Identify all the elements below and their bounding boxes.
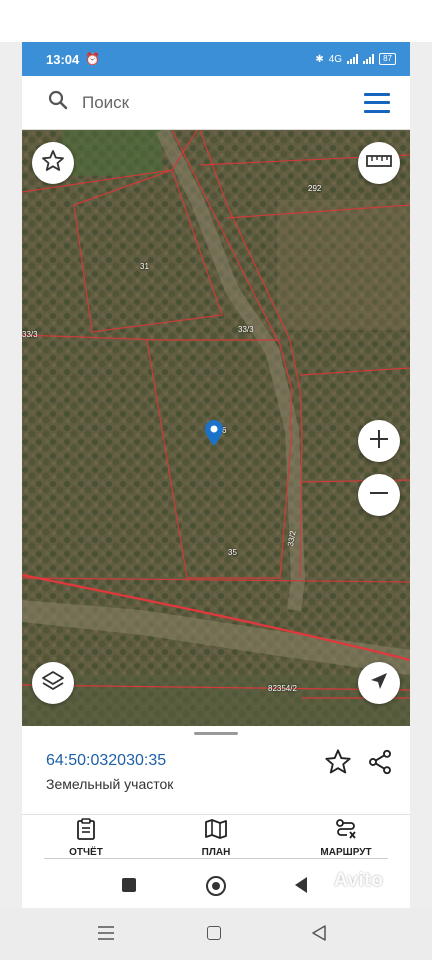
parcel-label: 33/3	[238, 325, 254, 334]
back-button[interactable]	[294, 876, 308, 899]
parcel-label: 31	[140, 262, 149, 271]
star-icon	[324, 749, 352, 780]
outer-nav-bar	[0, 908, 432, 960]
ruler-icon	[366, 154, 392, 173]
share-icon	[366, 749, 394, 780]
tab-route[interactable]: МАРШРУТ	[296, 818, 396, 861]
tab-plan-label: ПЛАН	[201, 847, 231, 858]
tab-divider	[44, 858, 388, 859]
parcel-label: 33/3	[22, 330, 38, 339]
menu-icon[interactable]	[98, 926, 114, 940]
sheet-drag-handle[interactable]	[194, 732, 238, 735]
menu-icon[interactable]	[364, 92, 390, 113]
bluetooth-icon: ✱	[315, 53, 324, 65]
minus-icon	[368, 482, 390, 509]
ruler-button[interactable]	[358, 142, 400, 184]
signal-icon	[347, 54, 359, 64]
status-bar: 13:04 ⏰ ✱ 4G 87	[22, 42, 410, 76]
my-location-button[interactable]	[358, 662, 400, 704]
tab-plan[interactable]: ПЛАН	[166, 818, 266, 861]
back-triangle-icon[interactable]	[312, 925, 326, 946]
search-bar[interactable]: Поиск	[22, 76, 410, 130]
phone-screen: 13:04 ⏰ ✱ 4G 87 Поиск 292 31 33/3 33/3 6…	[22, 42, 410, 908]
tab-report[interactable]: ОТЧЁТ	[36, 817, 136, 861]
home-dot-icon	[211, 881, 220, 890]
plus-icon	[368, 428, 390, 455]
location-pin-icon[interactable]	[205, 420, 223, 451]
alarm-icon: ⏰	[85, 52, 101, 66]
zoom-in-button[interactable]	[358, 420, 400, 462]
layers-button[interactable]	[32, 662, 74, 704]
share-button[interactable]	[366, 748, 394, 776]
map-view[interactable]: 292 31 33/3 33/3 6 33/2 35 82354/2	[22, 130, 410, 726]
battery-level: 87	[383, 54, 392, 63]
tab-route-label: МАРШРУТ	[320, 847, 372, 858]
map-icon	[205, 818, 227, 845]
status-time: 13:04	[46, 51, 80, 67]
cadastral-number[interactable]: 64:50:032030:35	[46, 752, 166, 770]
star-icon	[41, 149, 65, 178]
home-square-icon[interactable]	[207, 926, 221, 940]
zoom-out-button[interactable]	[358, 474, 400, 516]
parcel-label: 82354/2	[268, 684, 297, 693]
clipboard-icon	[76, 817, 96, 845]
favorite-map-button[interactable]	[32, 142, 74, 184]
route-icon	[335, 818, 357, 845]
battery-icon: 87	[379, 53, 396, 65]
avito-watermark: Avito	[334, 870, 384, 891]
tab-report-label: ОТЧЁТ	[69, 847, 103, 858]
navigation-arrow-icon	[370, 672, 388, 695]
search-icon[interactable]	[48, 90, 68, 115]
parcel-label: 35	[228, 548, 237, 557]
parcel-label: 292	[308, 184, 322, 193]
signal-icon-2	[363, 54, 375, 64]
favorite-button[interactable]	[324, 748, 352, 776]
outer-frame-top	[0, 0, 432, 42]
parcel-type: Земельный участок	[46, 776, 174, 792]
network-type: 4G	[328, 53, 343, 65]
parcel-info-sheet[interactable]: 64:50:032030:35 Земельный участок	[22, 726, 410, 814]
recents-button[interactable]	[122, 878, 136, 892]
status-icons: ✱ 4G 87	[315, 53, 396, 65]
search-input[interactable]: Поиск	[82, 93, 364, 113]
home-button[interactable]	[206, 876, 226, 896]
layers-icon	[41, 670, 65, 697]
bottom-tabs: ОТЧЁТ ПЛАН МАРШРУТ	[22, 814, 410, 862]
